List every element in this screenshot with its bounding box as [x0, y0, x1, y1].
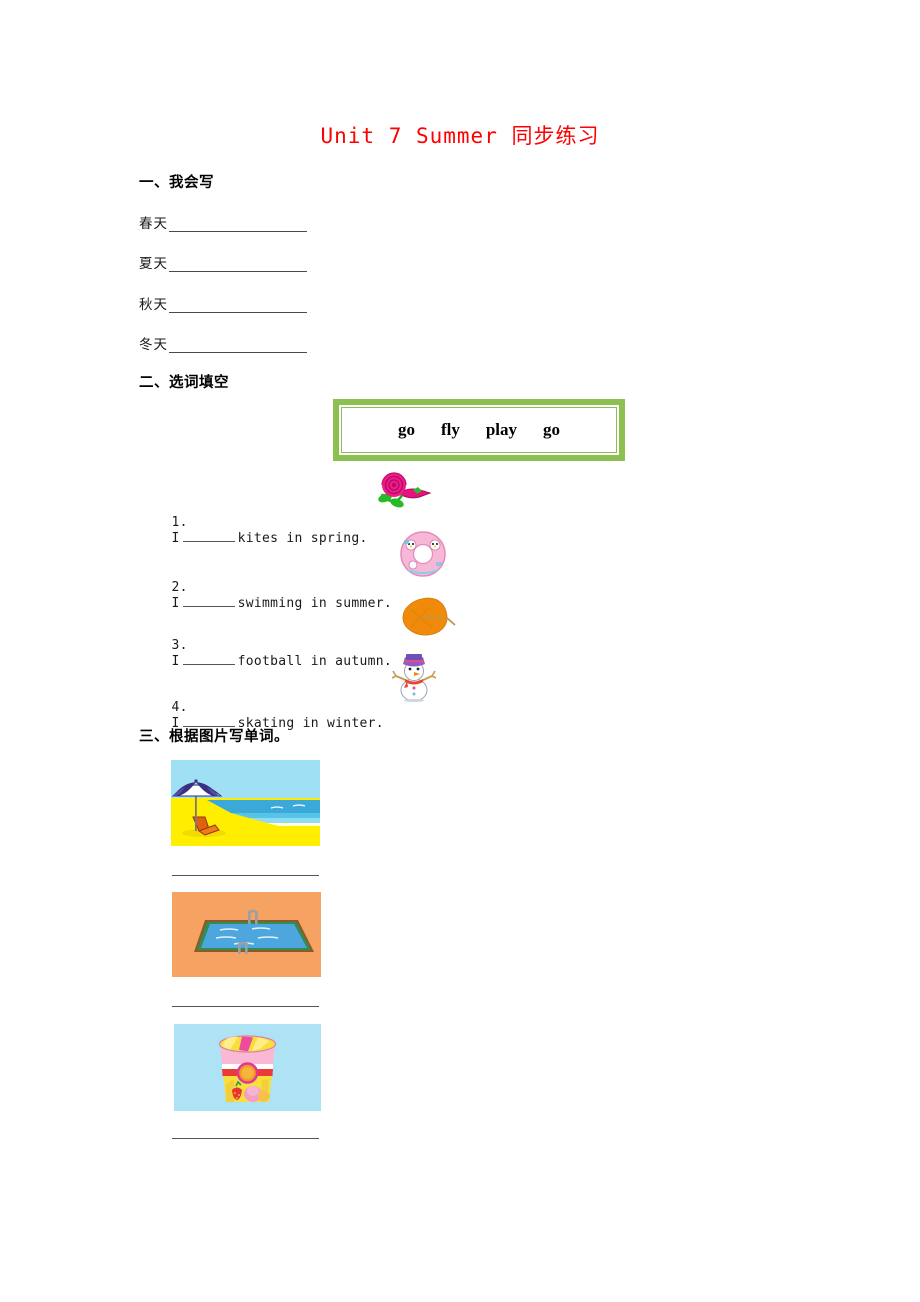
picture-answer-blank[interactable] [172, 875, 319, 876]
season-answer-blank[interactable] [169, 299, 307, 313]
season-label: 春天 [139, 216, 168, 232]
page-title: Unit 7 Summer 同步练习 [320, 124, 600, 148]
season-write-row: 冬天 [139, 333, 307, 353]
sentence-answer-blank[interactable] [182, 595, 235, 607]
section-2-heading: 二、选词填空 [139, 375, 229, 391]
season-write-row: 秋天 [139, 293, 307, 313]
fill-blank-sentence: 3. Ifootball in autumn. [139, 623, 392, 684]
section-1-heading: 一、我会写 [139, 175, 214, 191]
picture-answer-blank[interactable] [172, 1138, 319, 1139]
autumn-leaf-icon [400, 595, 456, 639]
sentence-number: 1. [171, 515, 188, 530]
ice-cream-picture [174, 1024, 321, 1111]
sentence-after-text: football in autumn. [237, 654, 393, 669]
season-write-row: 春天 [139, 212, 307, 232]
picture-answer-blank[interactable] [172, 1006, 319, 1007]
beach-picture [171, 760, 320, 846]
sentence-before-text: I [171, 654, 180, 669]
word-bank-inner: go fly play go [341, 407, 617, 453]
swim-ring-icon [398, 529, 448, 579]
word-bank-option-3[interactable]: go [543, 420, 560, 440]
season-answer-blank[interactable] [169, 258, 307, 272]
sentence-number: 2. [171, 580, 188, 595]
snowman-icon [388, 652, 440, 702]
season-label: 秋天 [139, 297, 168, 313]
season-answer-blank[interactable] [169, 218, 307, 232]
sentence-after-text: swimming in summer. [237, 596, 393, 611]
fill-blank-sentence: 2. Iswimming in summer. [139, 565, 392, 626]
sentence-answer-blank[interactable] [182, 653, 235, 665]
rose-icon [372, 472, 436, 512]
section-3-heading: 三、根据图片写单词。 [139, 729, 289, 745]
word-bank-option-2[interactable]: play [486, 420, 517, 440]
fill-blank-sentence: 1. Ikites in spring. [139, 500, 368, 561]
sentence-before-text: I [171, 596, 180, 611]
word-bank-box: go fly play go [333, 399, 625, 461]
sentence-number: 4. [171, 700, 188, 715]
season-label: 冬天 [139, 337, 168, 353]
sentence-number: 3. [171, 638, 188, 653]
season-write-row: 夏天 [139, 252, 307, 272]
word-bank-option-0[interactable]: go [398, 420, 415, 440]
sentence-after-text: kites in spring. [237, 531, 368, 546]
swimming-pool-picture [172, 892, 321, 977]
worksheet-page: Unit 7 Summer 同步练习 一、我会写 春天 夏天 秋天 冬天 二、选… [0, 0, 920, 1302]
season-answer-blank[interactable] [169, 339, 307, 353]
word-bank-option-1[interactable]: fly [441, 420, 460, 440]
sentence-answer-blank[interactable] [182, 530, 235, 542]
sentence-before-text: I [171, 531, 180, 546]
season-label: 夏天 [139, 256, 168, 272]
